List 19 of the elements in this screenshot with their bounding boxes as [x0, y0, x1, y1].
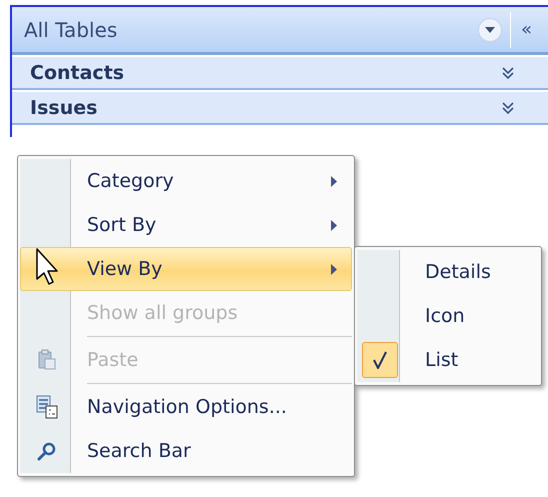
menu-item[interactable]: Details: [357, 250, 539, 294]
pane-title: All Tables: [24, 18, 118, 42]
menu-item[interactable]: View By: [20, 247, 352, 291]
dropdown-button[interactable]: [478, 18, 502, 42]
group-header[interactable]: Contacts: [12, 55, 548, 90]
caret-icon: [484, 26, 495, 32]
menu-item[interactable]: Navigation Options...: [20, 385, 352, 429]
menu-item[interactable]: Search Bar: [20, 429, 352, 473]
menu-item[interactable]: List: [357, 338, 539, 382]
menu-item[interactable]: Sort By: [20, 203, 352, 247]
group-header[interactable]: Issues: [12, 90, 548, 125]
paste-icon: [36, 349, 56, 371]
menu-item[interactable]: Category: [20, 159, 352, 203]
group-label: Issues: [30, 96, 98, 118]
group-label: Contacts: [30, 62, 126, 84]
navigation-options-icon: [36, 395, 58, 419]
menu-item[interactable]: Icon: [357, 294, 539, 338]
collapse-button[interactable]: «: [510, 12, 548, 48]
search-icon: [36, 441, 56, 461]
